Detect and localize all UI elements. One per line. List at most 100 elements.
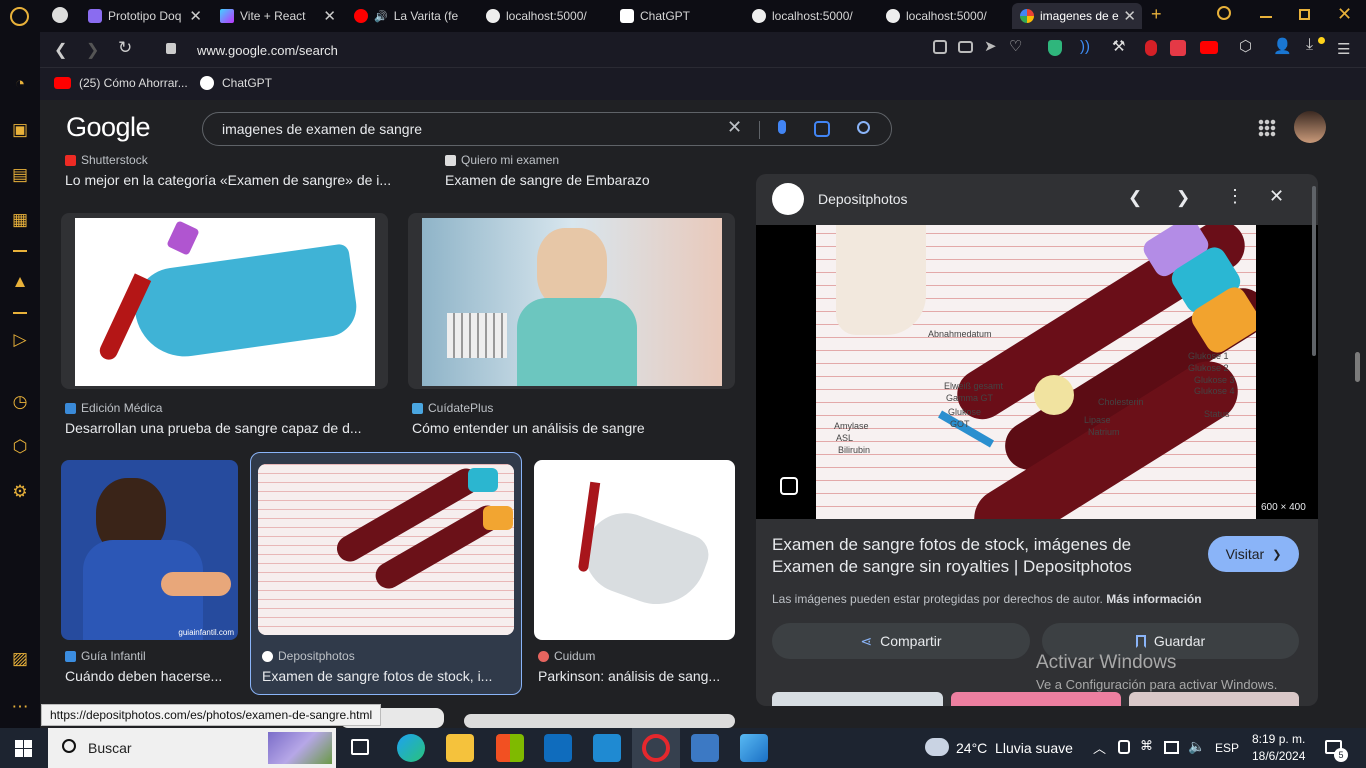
system-tray-icon[interactable]	[1118, 740, 1130, 754]
tab-la-varita[interactable]: 🔊 La Varita (fe	[346, 3, 476, 29]
result-source[interactable]: Guía Infantil	[65, 649, 146, 663]
weather-text[interactable]: 24°C Lluvia suave	[956, 740, 1073, 756]
download-icon[interactable]: ⤓	[1306, 36, 1313, 54]
tab-localhost-1[interactable]: localhost:5000/	[478, 3, 608, 29]
result-source[interactable]: Quiero mi examen	[445, 153, 559, 167]
result-image-child[interactable]: guiainfantil.com	[61, 460, 238, 640]
clear-search-icon[interactable]: ✕	[727, 117, 742, 138]
result-title[interactable]: Parkinson: análisis de sang...	[538, 668, 733, 684]
visit-button[interactable]: Visitar ❯	[1208, 536, 1299, 572]
file-explorer-icon[interactable]	[446, 734, 474, 762]
google-apps-icon[interactable]	[1258, 119, 1276, 137]
search-tabs-icon[interactable]	[1217, 6, 1231, 20]
tab-search-icon[interactable]	[52, 7, 68, 23]
google-logo[interactable]: Google	[66, 112, 151, 143]
vpn-shield-icon[interactable]	[1048, 40, 1062, 56]
close-window-icon[interactable]: ✕	[1337, 4, 1352, 25]
result-image-gloved-tube[interactable]	[534, 460, 735, 640]
opera-logo-icon[interactable]	[10, 7, 29, 26]
result-title[interactable]: Examen de sangre de Embarazo	[445, 172, 745, 188]
more-info-link[interactable]: Más información	[1106, 592, 1201, 606]
new-tab-icon[interactable]: +	[1151, 4, 1162, 25]
search-input[interactable]: imagenes de examen de sangre	[222, 121, 422, 137]
next-icon[interactable]: ❯	[1176, 188, 1190, 208]
panel-source[interactable]: Depositphotos	[818, 191, 908, 207]
clock-time[interactable]: 8:19 p. m.	[1252, 732, 1305, 746]
url-field[interactable]: www.google.com/search	[197, 43, 338, 58]
lock-icon[interactable]	[166, 43, 176, 54]
weather-icon[interactable]	[925, 738, 949, 756]
preview-image[interactable]: Glukose 1 Glukose 2 Glukose 3 Glukose 4 …	[816, 225, 1256, 519]
panel-scrollbar[interactable]	[1312, 186, 1316, 356]
result-title[interactable]: Examen de sangre fotos de stock, i...	[262, 668, 512, 684]
taskbar-search-box[interactable]: Buscar	[48, 728, 336, 768]
result-source[interactable]: Cuidum	[538, 649, 595, 663]
restore-icon[interactable]	[1299, 9, 1310, 20]
avatar[interactable]	[1294, 111, 1326, 143]
tab-google-images[interactable]: imagenes de e ✕	[1012, 3, 1142, 29]
red-extension-icon[interactable]	[1170, 40, 1186, 56]
result-title[interactable]: Cómo entender un análisis de sangre	[412, 420, 730, 436]
close-panel-icon[interactable]: ✕	[1269, 186, 1284, 207]
task-view-icon[interactable]	[351, 739, 369, 755]
search-icon[interactable]	[857, 121, 870, 134]
related-thumb[interactable]	[1129, 692, 1299, 706]
tab-localhost-2[interactable]: localhost:5000/	[744, 3, 874, 29]
profile-icon[interactable]: 👤	[1273, 37, 1292, 55]
wand-icon[interactable]: ⚒	[1112, 37, 1125, 55]
clock-date[interactable]: 18/6/2024	[1252, 749, 1305, 763]
result-image-partial[interactable]	[464, 714, 735, 728]
close-tab-icon[interactable]: ✕	[323, 7, 336, 25]
speed-dial-icon[interactable]: ◔	[10, 74, 30, 94]
result-source[interactable]: CuídatePlus	[412, 401, 493, 415]
bookmark-chatgpt[interactable]: ChatGPT	[200, 76, 272, 90]
result-image-nurse[interactable]	[408, 213, 735, 389]
camera-icon[interactable]	[958, 41, 973, 53]
audio-playing-icon[interactable]: 🔊	[374, 10, 388, 23]
result-image-glove[interactable]	[61, 213, 388, 389]
reload-icon[interactable]: ↻	[118, 38, 132, 58]
tab-chatgpt[interactable]: ChatGPT	[612, 3, 742, 29]
back-icon[interactable]: ❮	[54, 40, 67, 60]
volume-icon[interactable]: 🔈	[1188, 738, 1205, 755]
close-tab-icon[interactable]: ✕	[189, 7, 202, 25]
share-icon[interactable]	[933, 40, 947, 54]
chevron-up-icon[interactable]: ︿	[1093, 738, 1106, 757]
result-image-tubes[interactable]	[258, 464, 514, 635]
tab-localhost-3[interactable]: localhost:5000/	[878, 3, 1008, 29]
menu-icon[interactable]: ☰	[1337, 40, 1350, 58]
edge-icon[interactable]	[397, 734, 425, 762]
player-icon[interactable]: ▷	[10, 330, 30, 350]
send-icon[interactable]: ➤	[984, 37, 997, 55]
microphone-icon[interactable]	[778, 120, 786, 134]
result-source[interactable]: Depositphotos	[262, 649, 355, 663]
bookmark-youtube[interactable]: (25) Cómo Ahorrar...	[54, 76, 188, 90]
share-button[interactable]: ⋖ Compartir	[772, 623, 1030, 659]
adblock-icon[interactable]	[1145, 40, 1157, 56]
result-title[interactable]: Cuándo deben hacerse...	[65, 668, 235, 684]
aria-icon[interactable]: ▲	[10, 272, 30, 292]
previous-icon[interactable]: ❮	[1128, 188, 1142, 208]
ime-icon[interactable]: ⌘	[1140, 738, 1153, 754]
wifi-extension-icon[interactable]: ))	[1080, 38, 1090, 55]
result-source[interactable]: Shutterstock	[65, 153, 148, 167]
photos-icon[interactable]	[740, 734, 768, 762]
minimize-icon[interactable]	[1260, 16, 1272, 18]
gallery-icon[interactable]: ▨	[10, 649, 30, 669]
workspaces-icon[interactable]: ▣	[10, 120, 30, 140]
language-indicator[interactable]: ESP	[1215, 741, 1239, 755]
more-icon[interactable]: ⋯	[10, 697, 30, 717]
store-icon[interactable]	[496, 734, 524, 762]
history-icon[interactable]: ◷	[10, 392, 30, 412]
game-controller-icon[interactable]: ▦	[10, 210, 30, 230]
tab-vite[interactable]: Vite + React ✕	[212, 3, 342, 29]
page-scrollbar[interactable]	[1355, 352, 1360, 382]
vscode-icon[interactable]	[593, 734, 621, 762]
mail-icon[interactable]	[544, 734, 572, 762]
more-options-icon[interactable]: ⋮	[1226, 186, 1244, 207]
twitch-icon[interactable]: ▤	[10, 165, 30, 185]
panel-title[interactable]: Examen de sangre fotos de stock, imágene…	[772, 534, 1182, 578]
tab-prototipo[interactable]: Prototipo Doq ✕	[80, 3, 208, 29]
result-source[interactable]: Edición Médica	[65, 401, 162, 415]
windows-start-icon[interactable]	[15, 740, 32, 757]
